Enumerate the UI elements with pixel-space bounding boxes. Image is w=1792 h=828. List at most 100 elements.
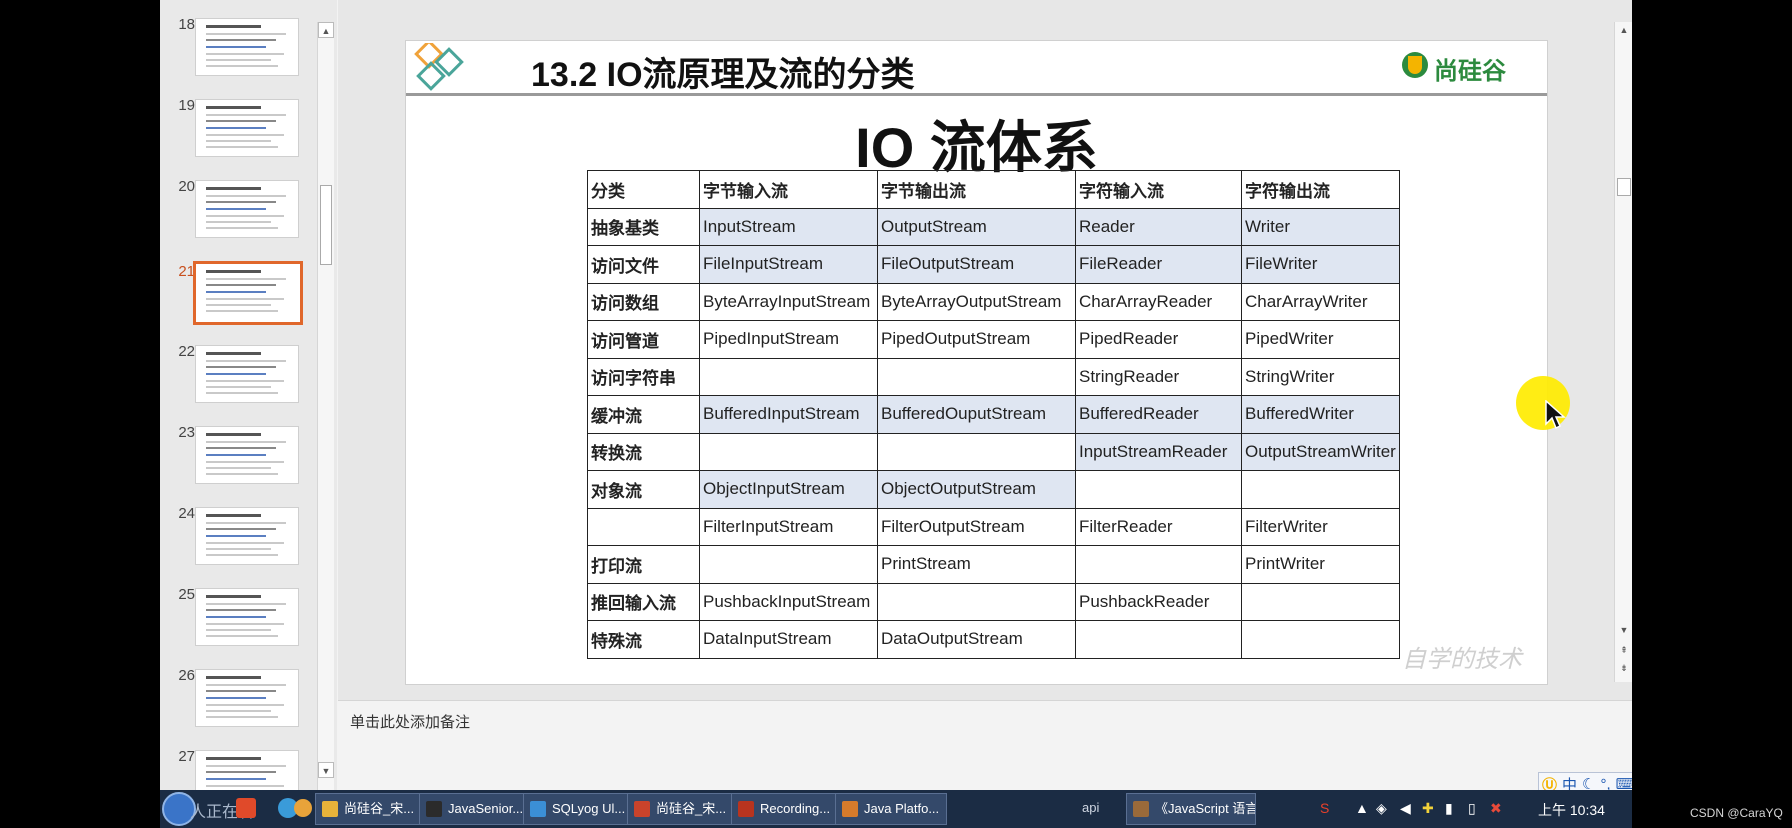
notes-pane[interactable]: 单击此处添加备注 xyxy=(338,700,1632,790)
stream-class-cell: FilterWriter xyxy=(1241,507,1400,546)
keyboard-icon[interactable]: ⌨ xyxy=(1616,775,1632,790)
punctuation-icon[interactable]: °, xyxy=(1600,776,1610,791)
app-icon[interactable] xyxy=(236,798,256,818)
slide-preview[interactable] xyxy=(195,507,299,565)
taskbar-task[interactable]: 《JavaScript 语言参考... xyxy=(1126,793,1256,825)
tray-expand-icon[interactable]: ▲ xyxy=(1355,800,1369,816)
column-header: 字符输入流 xyxy=(1075,170,1242,209)
clipboard-icon[interactable]: ▯ xyxy=(1468,800,1476,817)
slide-scrollbar[interactable]: ▲ ▼ ⇞ ⇟ xyxy=(1614,22,1632,682)
slide-number: 23 xyxy=(178,424,195,441)
brand-name: 尚硅谷 xyxy=(1434,58,1506,85)
scroll-up-arrow-icon[interactable]: ▲ xyxy=(1616,22,1632,38)
stream-class-cell: FileOutputStream xyxy=(877,245,1076,284)
moon-icon[interactable]: ☾ xyxy=(1582,775,1595,790)
task-app-icon xyxy=(426,801,442,817)
slide-thumbnail[interactable]: 24 xyxy=(165,505,315,577)
stream-class-cell: OutputStreamWriter xyxy=(1241,432,1400,471)
slide-thumbnail[interactable]: 20 xyxy=(165,178,315,250)
stream-class-cell: DataInputStream xyxy=(699,620,878,659)
category-cell: 访问数组 xyxy=(587,282,700,321)
category-cell: 抽象基类 xyxy=(587,207,700,246)
ime-mode-label[interactable]: 中 xyxy=(1562,774,1577,791)
scroll-down-arrow-icon[interactable]: ▼ xyxy=(318,762,334,778)
taskbar-task[interactable]: SQLyog Ul... xyxy=(523,793,635,825)
chrome-icon[interactable] xyxy=(294,799,312,817)
next-slide-icon[interactable]: ⇟ xyxy=(1616,660,1632,676)
slide-thumbnail[interactable]: 21 xyxy=(165,261,315,335)
table-row: FilterInputStream FilterOutputStream Filte… xyxy=(587,507,1400,546)
battery-icon[interactable]: ▮ xyxy=(1445,800,1453,817)
category-cell: 打印流 xyxy=(587,545,700,584)
ime-logo-icon[interactable]: Ⓤ xyxy=(1542,774,1557,791)
slide-number: 25 xyxy=(178,586,195,603)
slide-thumbnail[interactable]: 27 xyxy=(165,748,315,790)
category-cell: 缓冲流 xyxy=(587,395,700,434)
category-cell: 推回输入流 xyxy=(587,582,700,621)
volume-icon[interactable]: ◀ xyxy=(1400,800,1411,817)
previous-slide-icon[interactable]: ⇞ xyxy=(1616,642,1632,658)
network-icon[interactable]: ◈ xyxy=(1376,800,1387,817)
taskbar-task[interactable]: JavaSenior... xyxy=(419,793,531,825)
task-app-icon xyxy=(842,801,858,817)
notes-placeholder[interactable]: 单击此处添加备注 xyxy=(350,711,470,732)
slide-preview[interactable] xyxy=(193,261,303,325)
stream-class-cell: FilterInputStream xyxy=(699,507,878,546)
slide-preview[interactable] xyxy=(195,588,299,646)
notification-icon[interactable]: ✖ xyxy=(1490,800,1502,817)
stream-class-cell xyxy=(1075,620,1242,659)
sogou-icon[interactable]: S xyxy=(1320,800,1329,816)
slide-thumbnail[interactable]: 22 xyxy=(165,343,315,415)
stream-class-cell: InputStream xyxy=(699,207,878,246)
thumbnail-scroll-thumb[interactable] xyxy=(320,185,332,265)
slide-thumbnail[interactable]: 23 xyxy=(165,424,315,496)
stream-class-cell: ByteArrayInputStream xyxy=(699,282,878,321)
taskbar-task[interactable]: Java Platfo... xyxy=(835,793,947,825)
slide-thumbnail[interactable]: 26 xyxy=(165,667,315,739)
thumbnail-scrollbar[interactable]: ▲ ▼ xyxy=(317,22,334,790)
table-row: 推回输入流 PushbackInputStream PushbackReader xyxy=(587,582,1400,621)
taskbar-task[interactable]: Recording... xyxy=(731,793,843,825)
taskbar-task[interactable]: api xyxy=(1078,793,1118,825)
category-cell: 特殊流 xyxy=(587,620,700,659)
stream-class-cell: Reader xyxy=(1075,207,1242,246)
table-row: 缓冲流 BufferedInputStream BufferedOuputStrea… xyxy=(587,395,1400,434)
scroll-up-arrow-icon[interactable]: ▲ xyxy=(318,22,334,38)
windows-taskbar: 人正在看 尚硅谷_宋... JavaSenior... SQLyog Ul... 尚硅… xyxy=(160,790,1632,828)
slide-preview[interactable] xyxy=(195,426,299,484)
task-label: Recording... xyxy=(760,801,831,816)
slide-thumbnail[interactable]: 25 xyxy=(165,586,315,658)
security-icon[interactable]: ✚ xyxy=(1422,800,1434,817)
stream-class-cell xyxy=(699,357,878,396)
slide-thumbnail[interactable]: 18 xyxy=(165,16,315,88)
csdn-watermark: CSDN @CaraYQ xyxy=(1690,806,1783,820)
stream-class-cell xyxy=(1241,470,1400,509)
stream-class-cell xyxy=(877,432,1076,471)
task-label: 尚硅谷_宋... xyxy=(344,801,415,816)
slide-number: 26 xyxy=(178,667,195,684)
stream-class-cell: CharArrayWriter xyxy=(1241,282,1400,321)
slide-preview[interactable] xyxy=(195,180,299,238)
ime-toolbar[interactable]: Ⓤ 中 ☾ °, ⌨ ● ✎ xyxy=(1538,772,1632,790)
taskbar-task[interactable]: 尚硅谷_宋... xyxy=(315,793,427,825)
taskbar-task[interactable]: 尚硅谷_宋... xyxy=(627,793,739,825)
slide-preview[interactable] xyxy=(195,99,299,157)
slide-scroll-thumb[interactable] xyxy=(1617,178,1631,196)
slide-preview[interactable] xyxy=(195,18,299,76)
task-label: SQLyog Ul... xyxy=(552,801,626,816)
stream-class-cell: PipedWriter xyxy=(1241,320,1400,359)
slide-thumbnail[interactable]: 19 xyxy=(165,97,315,169)
table-row: 打印流 PrintStream PrintWriter xyxy=(587,545,1400,584)
slide-preview[interactable] xyxy=(195,669,299,727)
stream-class-cell: BufferedReader xyxy=(1075,395,1242,434)
slide-preview[interactable] xyxy=(195,345,299,403)
current-slide[interactable]: 13.2 IO流原理及流的分类 尚硅谷 IO 流体系 分类 字节输入流 字节输出… xyxy=(405,40,1548,685)
category-cell: 访问管道 xyxy=(587,320,700,359)
slide-preview[interactable] xyxy=(195,750,299,790)
table-body: 抽象基类 InputStream OutputStream Reader Writer 访… xyxy=(587,207,1400,659)
system-clock[interactable]: 上午 10:34 xyxy=(1538,800,1605,820)
task-app-icon xyxy=(322,801,338,817)
scroll-down-arrow-icon[interactable]: ▼ xyxy=(1616,622,1632,638)
stream-class-cell: PipedOutputStream xyxy=(877,320,1076,359)
stream-class-cell xyxy=(699,545,878,584)
